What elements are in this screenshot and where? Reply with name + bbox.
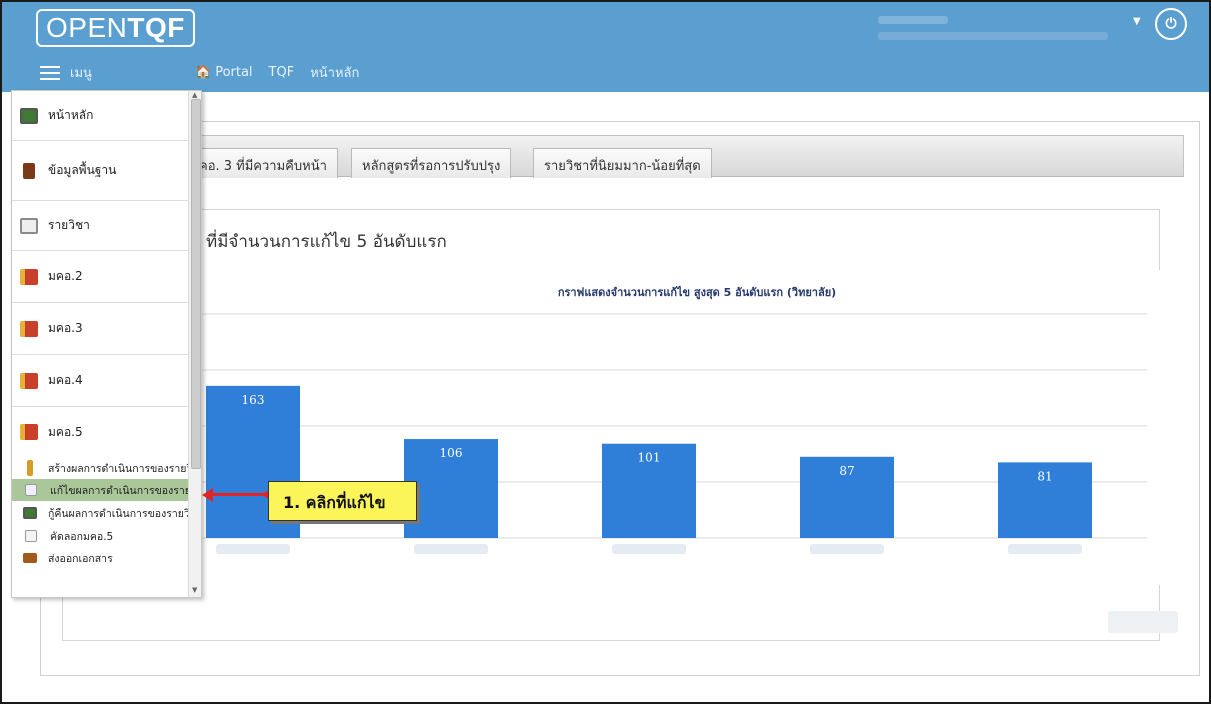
callout-arrow [211, 493, 268, 496]
chart-category-label [216, 544, 290, 554]
sidebar-item-home[interactable]: หน้าหลัก [12, 91, 188, 141]
app-window: OPENTQF เมนู 🏠 Portal TQF หน้าหลัก ▼ ⏻ คอ… [0, 0, 1211, 704]
sidebar-item-basic-info[interactable]: ข้อมูลพื้นฐาน [12, 141, 188, 201]
chart-data-label: 163 [242, 393, 265, 407]
nav-portal[interactable]: 🏠 Portal [195, 65, 253, 80]
tab-tqf3-progress[interactable]: คอ. 3 ที่มีความคืบหน้า [188, 148, 338, 178]
briefcase-icon [23, 553, 37, 563]
chart-category-label [612, 544, 686, 554]
user-info[interactable] [872, 12, 1142, 46]
export-button[interactable] [1108, 611, 1178, 633]
sidebar-scrollbar[interactable]: ▲ ▼ [188, 91, 201, 597]
sidebar-item-tqf5[interactable]: มคอ.5 [12, 407, 188, 457]
sidebar-item-courses[interactable]: รายวิชา [12, 201, 188, 251]
menu-label: เมนู [70, 66, 92, 81]
edit-icon [25, 484, 37, 496]
sidebar-subitem-create-result[interactable]: สร้างผลการดำเนินการของรายวิ [12, 457, 188, 479]
sidebar-item-tqf3[interactable]: มคอ.3 [12, 303, 188, 355]
nav-home[interactable]: หน้าหลัก [310, 62, 359, 83]
sidebar-menu: หน้าหลัก ข้อมูลพื้นฐาน รายวิชา มคอ.2 มคอ… [11, 90, 202, 598]
sidebar-subitem-export-document[interactable]: ส่งออกเอกสาร [12, 547, 188, 569]
book-icon [23, 162, 35, 179]
door-icon [20, 217, 38, 234]
logout-power-icon[interactable]: ⏻ [1155, 8, 1187, 40]
sidebar-item-tqf4[interactable]: มคอ.4 [12, 355, 188, 407]
monitor-icon [23, 507, 37, 519]
menu-toggle-button[interactable]: เมนู [40, 62, 92, 83]
nav-tqf[interactable]: TQF [269, 65, 295, 80]
scroll-up-icon[interactable]: ▲ [192, 91, 197, 99]
sidebar-subitem-restore-result[interactable]: กู้คืนผลการดำเนินการของรายวิ [12, 501, 188, 525]
chart-category-label [414, 544, 488, 554]
monitor-icon [20, 107, 38, 124]
sidebar-subitem-copy-tqf5[interactable]: คัดลอกมคอ.5 [12, 525, 188, 547]
chart-category-label [810, 544, 884, 554]
sidebar-subitem-edit-result[interactable]: แก้ไขผลการดำเนินการของรายวิ [12, 479, 188, 501]
app-logo[interactable]: OPENTQF [36, 9, 195, 47]
chart-data-label: 81 [1037, 469, 1052, 483]
sidebar-item-tqf2[interactable]: มคอ.2 [12, 251, 188, 303]
panel-title: ที่มีจำนวนการแก้ไข 5 อันดับแรก [206, 232, 447, 252]
tab-popular-courses[interactable]: รายวิชาที่นิยมมาก-น้อยที่สุด [533, 148, 712, 178]
chart-data-label: 106 [440, 446, 463, 460]
hamburger-icon [40, 65, 60, 80]
top-nav: 🏠 Portal TQF หน้าหลัก [195, 62, 359, 83]
scrollbar-thumb[interactable] [191, 99, 201, 469]
top-header: OPENTQF เมนู 🏠 Portal TQF หน้าหลัก ▼ ⏻ [2, 2, 1209, 92]
instruction-callout: 1. คลิกที่แก้ไข [268, 481, 417, 521]
book-icon [20, 320, 38, 337]
user-dropdown-caret-icon[interactable]: ▼ [1133, 16, 1141, 27]
chart-category-label [1008, 544, 1082, 554]
book-icon [20, 372, 38, 389]
scroll-down-icon[interactable]: ▼ [192, 586, 197, 594]
book-icon [20, 424, 38, 440]
chart-data-label: 87 [839, 464, 854, 478]
tab-curriculum-pending[interactable]: หลักสูตรที่รอการปรับปรุง [351, 148, 512, 178]
chart-title: กราฟแสดงจำนวนการแก้ไข สูงสุด 5 อันดับแรก… [557, 286, 837, 299]
pencil-icon [27, 460, 33, 476]
book-icon [20, 268, 38, 285]
chart-data-label: 101 [638, 451, 661, 465]
home-icon: 🏠 [195, 65, 212, 80]
bar-chart: 163 106 101 87 81 [202, 313, 1147, 554]
edit-icon [25, 530, 37, 542]
